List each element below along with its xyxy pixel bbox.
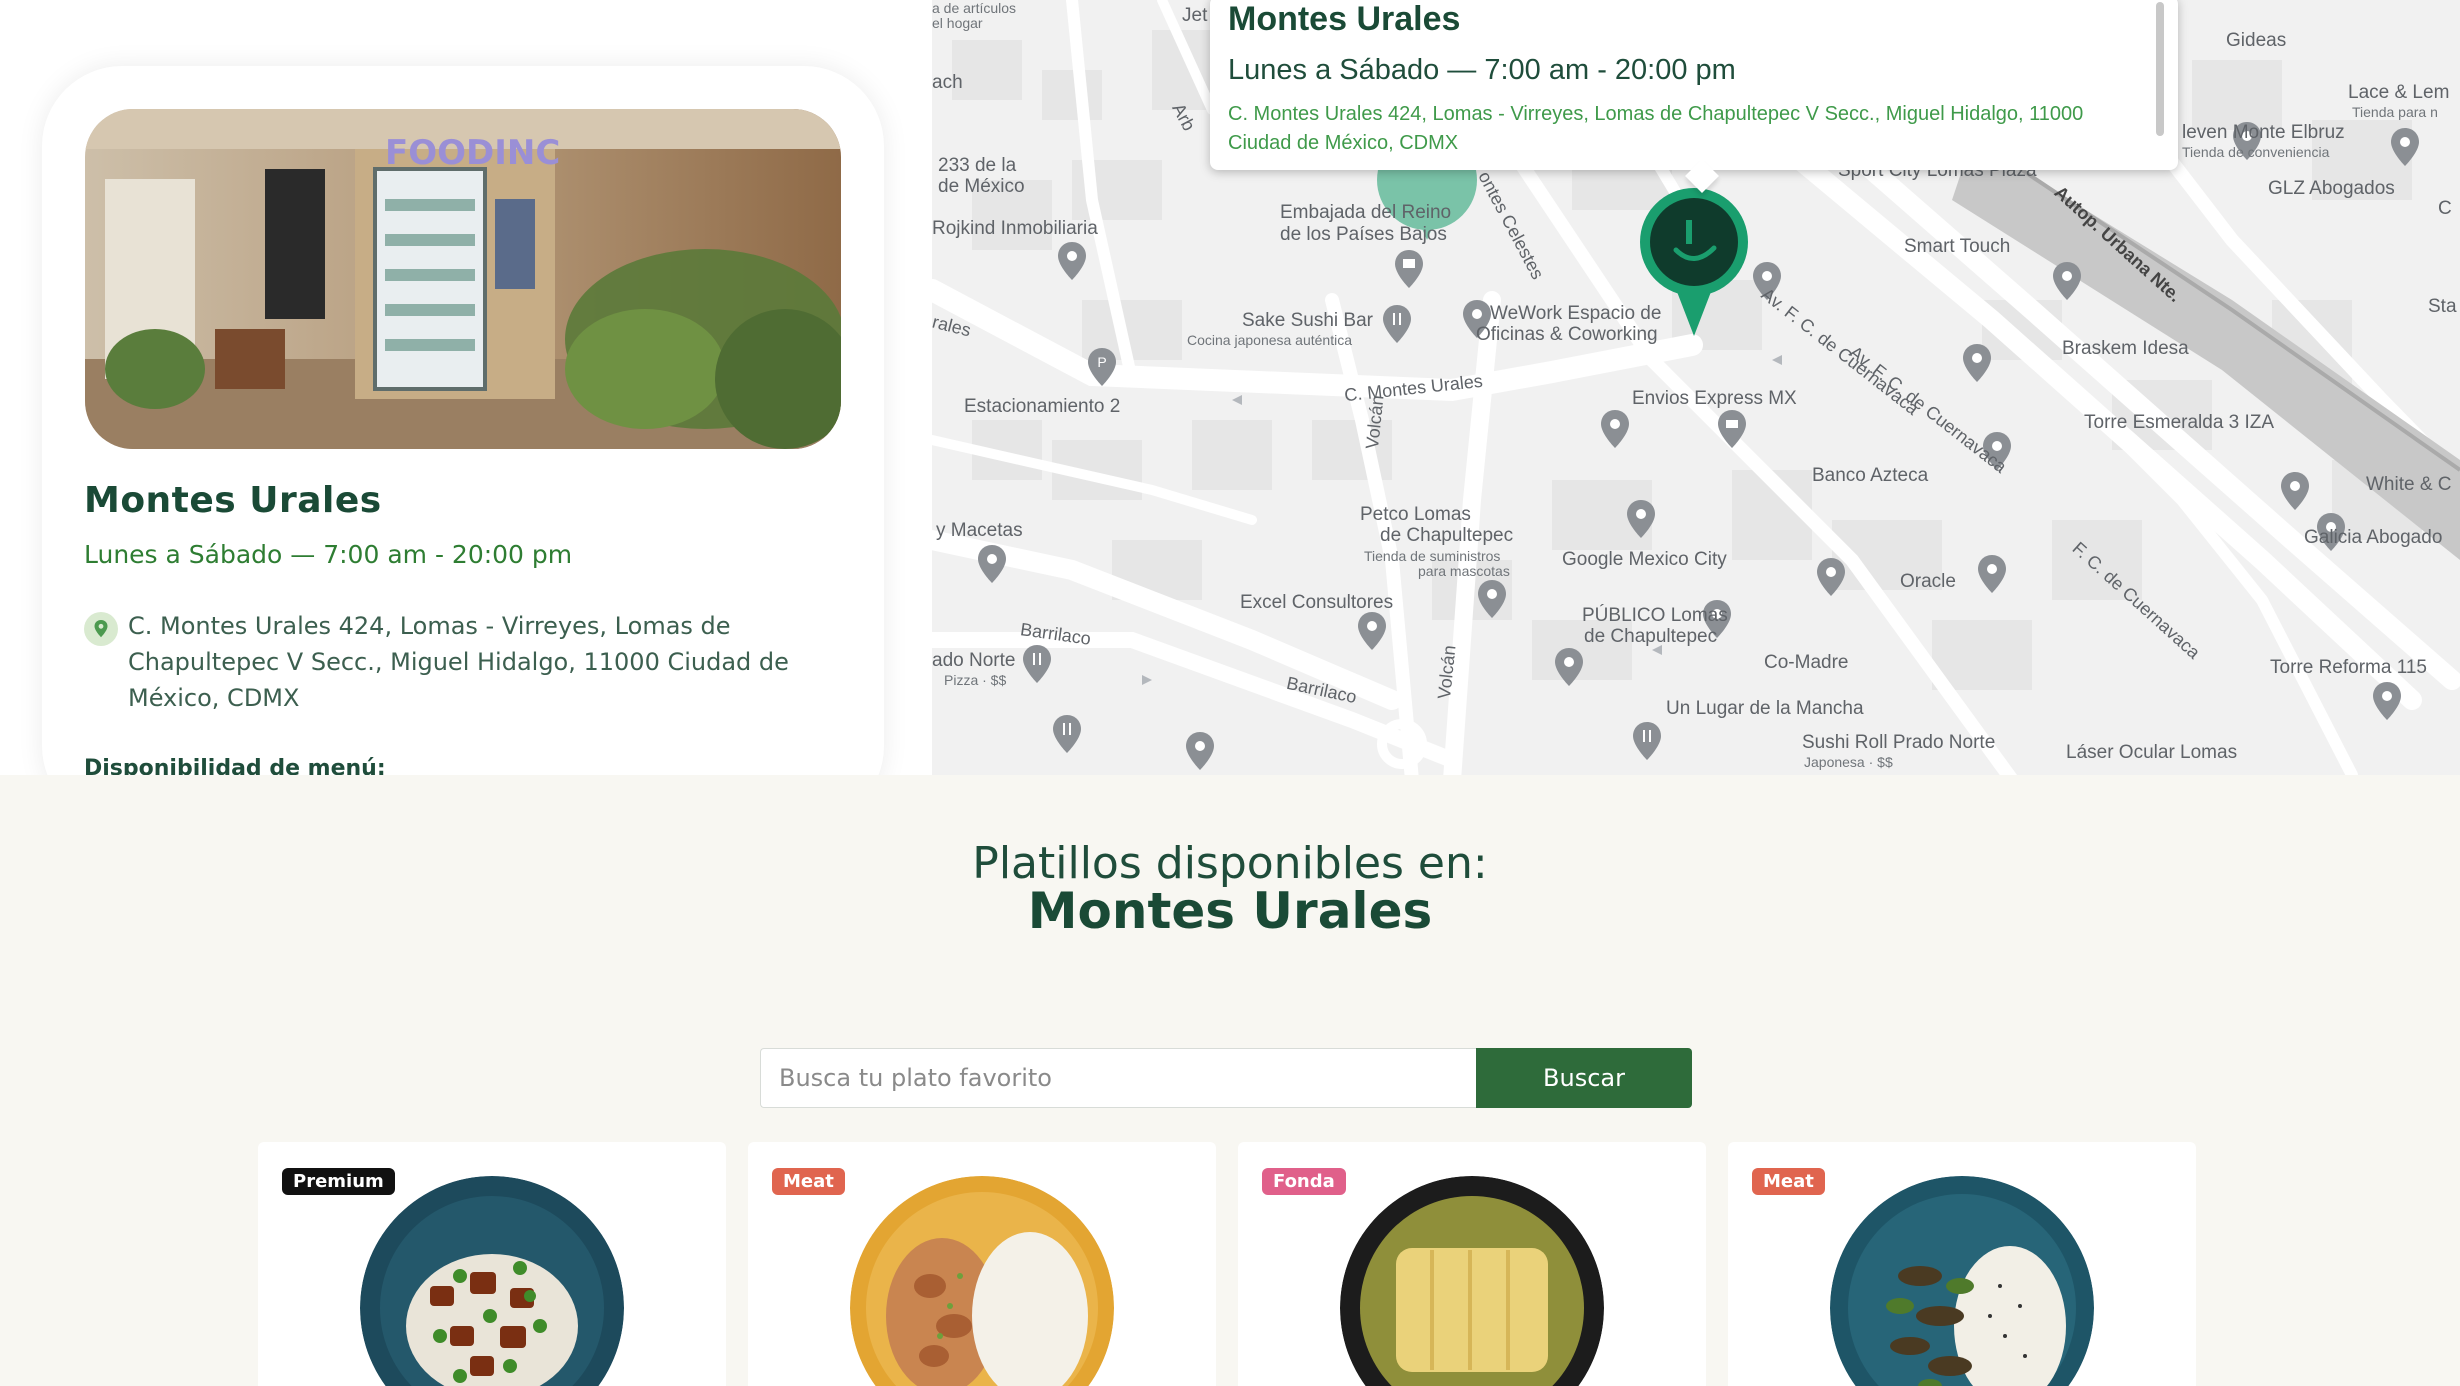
embassy-pin-icon[interactable]: [1394, 250, 1424, 288]
map-place-label: Braskem Idesa: [2062, 338, 2189, 359]
map-place-label: Estacionamiento 2: [964, 396, 1121, 417]
location-card: FOODINC Montes Urales Lunes a Sábado — 7…: [42, 66, 884, 775]
map-place-sublabel: para mascotas: [1418, 563, 1510, 579]
map-place-label: Sta: [2428, 296, 2457, 317]
map-place-label: Oracle: [1900, 571, 1956, 592]
map-place-label: Láser Ocular Lomas: [2066, 742, 2238, 763]
dish-image[interactable]: [1830, 1176, 2094, 1386]
map-place-label: Lace & Lem: [2348, 82, 2450, 103]
office-pin-icon[interactable]: [1626, 500, 1656, 538]
office-pin-icon[interactable]: [2280, 472, 2310, 510]
dish-image[interactable]: [850, 1176, 1114, 1386]
map-place-label: Sake Sushi Bar: [1242, 310, 1373, 331]
map-place-label: Rojkind Inmobiliaria: [932, 218, 1098, 239]
map-place-label: Envios Express MX: [1632, 388, 1797, 409]
map-place-label: Torre Esmeralda 3 IZA: [2084, 412, 2275, 433]
office-pin-icon[interactable]: [1816, 558, 1846, 596]
dish-card[interactable]: Meat: [1728, 1142, 2196, 1386]
map-place-sublabel: Tienda de conveniencia: [2182, 144, 2330, 160]
parking-pin-icon[interactable]: P: [1087, 348, 1117, 386]
photo-sign: FOODINC: [385, 133, 560, 173]
map-place-label: leven Monte Elbruz: [2182, 122, 2345, 143]
restaurant-pin-icon[interactable]: [1022, 645, 1052, 683]
map-place-label: WeWork Espacio de: [1490, 303, 1662, 324]
popup-hours: Lunes a Sábado — 7:00 am - 20:00 pm: [1228, 54, 1736, 86]
map-place-sublabel: Pizza · $$: [944, 672, 1007, 688]
shop-pin-icon[interactable]: [1185, 732, 1215, 770]
map-place-sublabel: Tienda para n: [2352, 104, 2438, 120]
dish-card[interactable]: Meat: [748, 1142, 1216, 1386]
dish-card[interactable]: Fonda: [1238, 1142, 1706, 1386]
location-photo: FOODINC: [85, 109, 841, 449]
location-section: FOODINC Montes Urales Lunes a Sábado — 7…: [0, 0, 2460, 775]
map-place-label: a de artículos: [932, 0, 1017, 16]
map-place-label: de los Países Bajos: [1280, 224, 1447, 245]
shop-pin-icon[interactable]: [2052, 262, 2082, 300]
dish-badge: Premium: [282, 1168, 395, 1195]
map-place-label: PÚBLICO Lomas: [1582, 605, 1728, 626]
map-place-sublabel: Tienda de suministros: [1364, 548, 1501, 564]
map-place-sublabel: Japonesa · $$: [1804, 754, 1893, 770]
pet-store-pin-icon[interactable]: [1477, 580, 1507, 618]
dish-search-input[interactable]: [760, 1048, 1476, 1108]
map-pin-icon[interactable]: [1057, 242, 1087, 280]
shop-pin-icon[interactable]: [2390, 128, 2420, 166]
restaurant-pin-icon[interactable]: [1632, 722, 1662, 760]
map-place-label: Excel Consultores: [1240, 592, 1394, 613]
dishes-location-name: Montes Urales: [1027, 882, 1433, 940]
restaurant-pin-icon[interactable]: [1052, 715, 1082, 753]
bank-pin-icon[interactable]: [1717, 410, 1747, 448]
map-place-label: Un Lugar de la Mancha: [1666, 698, 1864, 719]
map-place-label: Jet: [1182, 5, 1208, 26]
map-place-label: Embajada del Reino: [1280, 202, 1452, 223]
map-info-popup: Montes Urales Lunes a Sábado — 7:00 am -…: [1210, 0, 2178, 170]
map-place-label: Torre Reforma 115: [2270, 657, 2427, 678]
office-pin-icon[interactable]: [1962, 344, 1992, 382]
map-place-label: Galicia Abogado: [2304, 527, 2443, 548]
map-place-label: Oficinas & Coworking: [1476, 324, 1658, 345]
location-address: C. Montes Urales 424, Lomas - Virreyes, …: [128, 612, 789, 712]
map-place-label: Gideas: [2226, 30, 2287, 51]
map-place-label: de Chapultepec: [1380, 525, 1514, 546]
popup-title: Montes Urales: [1228, 0, 1461, 38]
map-place-label: de México: [938, 176, 1025, 197]
popup-scrollbar[interactable]: [2156, 2, 2164, 136]
search-button[interactable]: Buscar: [1476, 1048, 1692, 1108]
map-place-label: ado Norte: [932, 650, 1016, 671]
map-place-label: Petco Lomas: [1360, 504, 1471, 525]
map-place-label: el hogar: [932, 15, 983, 31]
map-place-label: GLZ Abogados: [2268, 178, 2395, 199]
office-pin-icon[interactable]: [2372, 682, 2402, 720]
map-place-label: C: [2438, 198, 2452, 219]
map-place-label: ach: [932, 72, 963, 93]
office-pin-icon[interactable]: [1554, 648, 1584, 686]
map-place-label: Google Mexico City: [1562, 549, 1727, 570]
popup-address: C. Montes Urales 424, Lomas - Virreyes, …: [1228, 103, 2084, 154]
map-place-label: Smart Touch: [1904, 236, 2011, 257]
dish-card[interactable]: Premium: [258, 1142, 726, 1386]
map-place-label: y Macetas: [936, 520, 1023, 541]
dish-image[interactable]: [1340, 1176, 1604, 1386]
map-place-sublabel: Cocina japonesa auténtica: [1187, 332, 1353, 348]
map-place-label: de Chapultepec: [1584, 626, 1718, 647]
dish-badge: Fonda: [1262, 1168, 1346, 1195]
restaurant-pin-icon[interactable]: [1382, 305, 1412, 343]
map-place-label: Banco Azteca: [1812, 465, 1929, 486]
office-pin-icon[interactable]: [1357, 612, 1387, 650]
dish-image[interactable]: [360, 1176, 624, 1386]
map-place-label: Co-Madre: [1764, 652, 1849, 673]
dish-badge: Meat: [1752, 1168, 1825, 1195]
office-pin-icon[interactable]: [1977, 555, 2007, 593]
location-pin-icon: [84, 612, 118, 646]
map-place-label: 233 de la: [938, 155, 1017, 176]
shop-pin-icon[interactable]: [977, 545, 1007, 583]
map-place-label: White & C: [2366, 474, 2452, 495]
map-place-label: Sushi Roll Prado Norte: [1802, 732, 1996, 753]
shipping-pin-icon[interactable]: [1600, 410, 1630, 448]
location-name: Montes Urales: [84, 480, 382, 521]
svg-text:P: P: [1097, 354, 1106, 370]
location-hours: Lunes a Sábado — 7:00 am - 20:00 pm: [84, 540, 573, 569]
menu-availability-label: Disponibilidad de menú:: [84, 756, 386, 775]
dish-badge: Meat: [772, 1168, 845, 1195]
